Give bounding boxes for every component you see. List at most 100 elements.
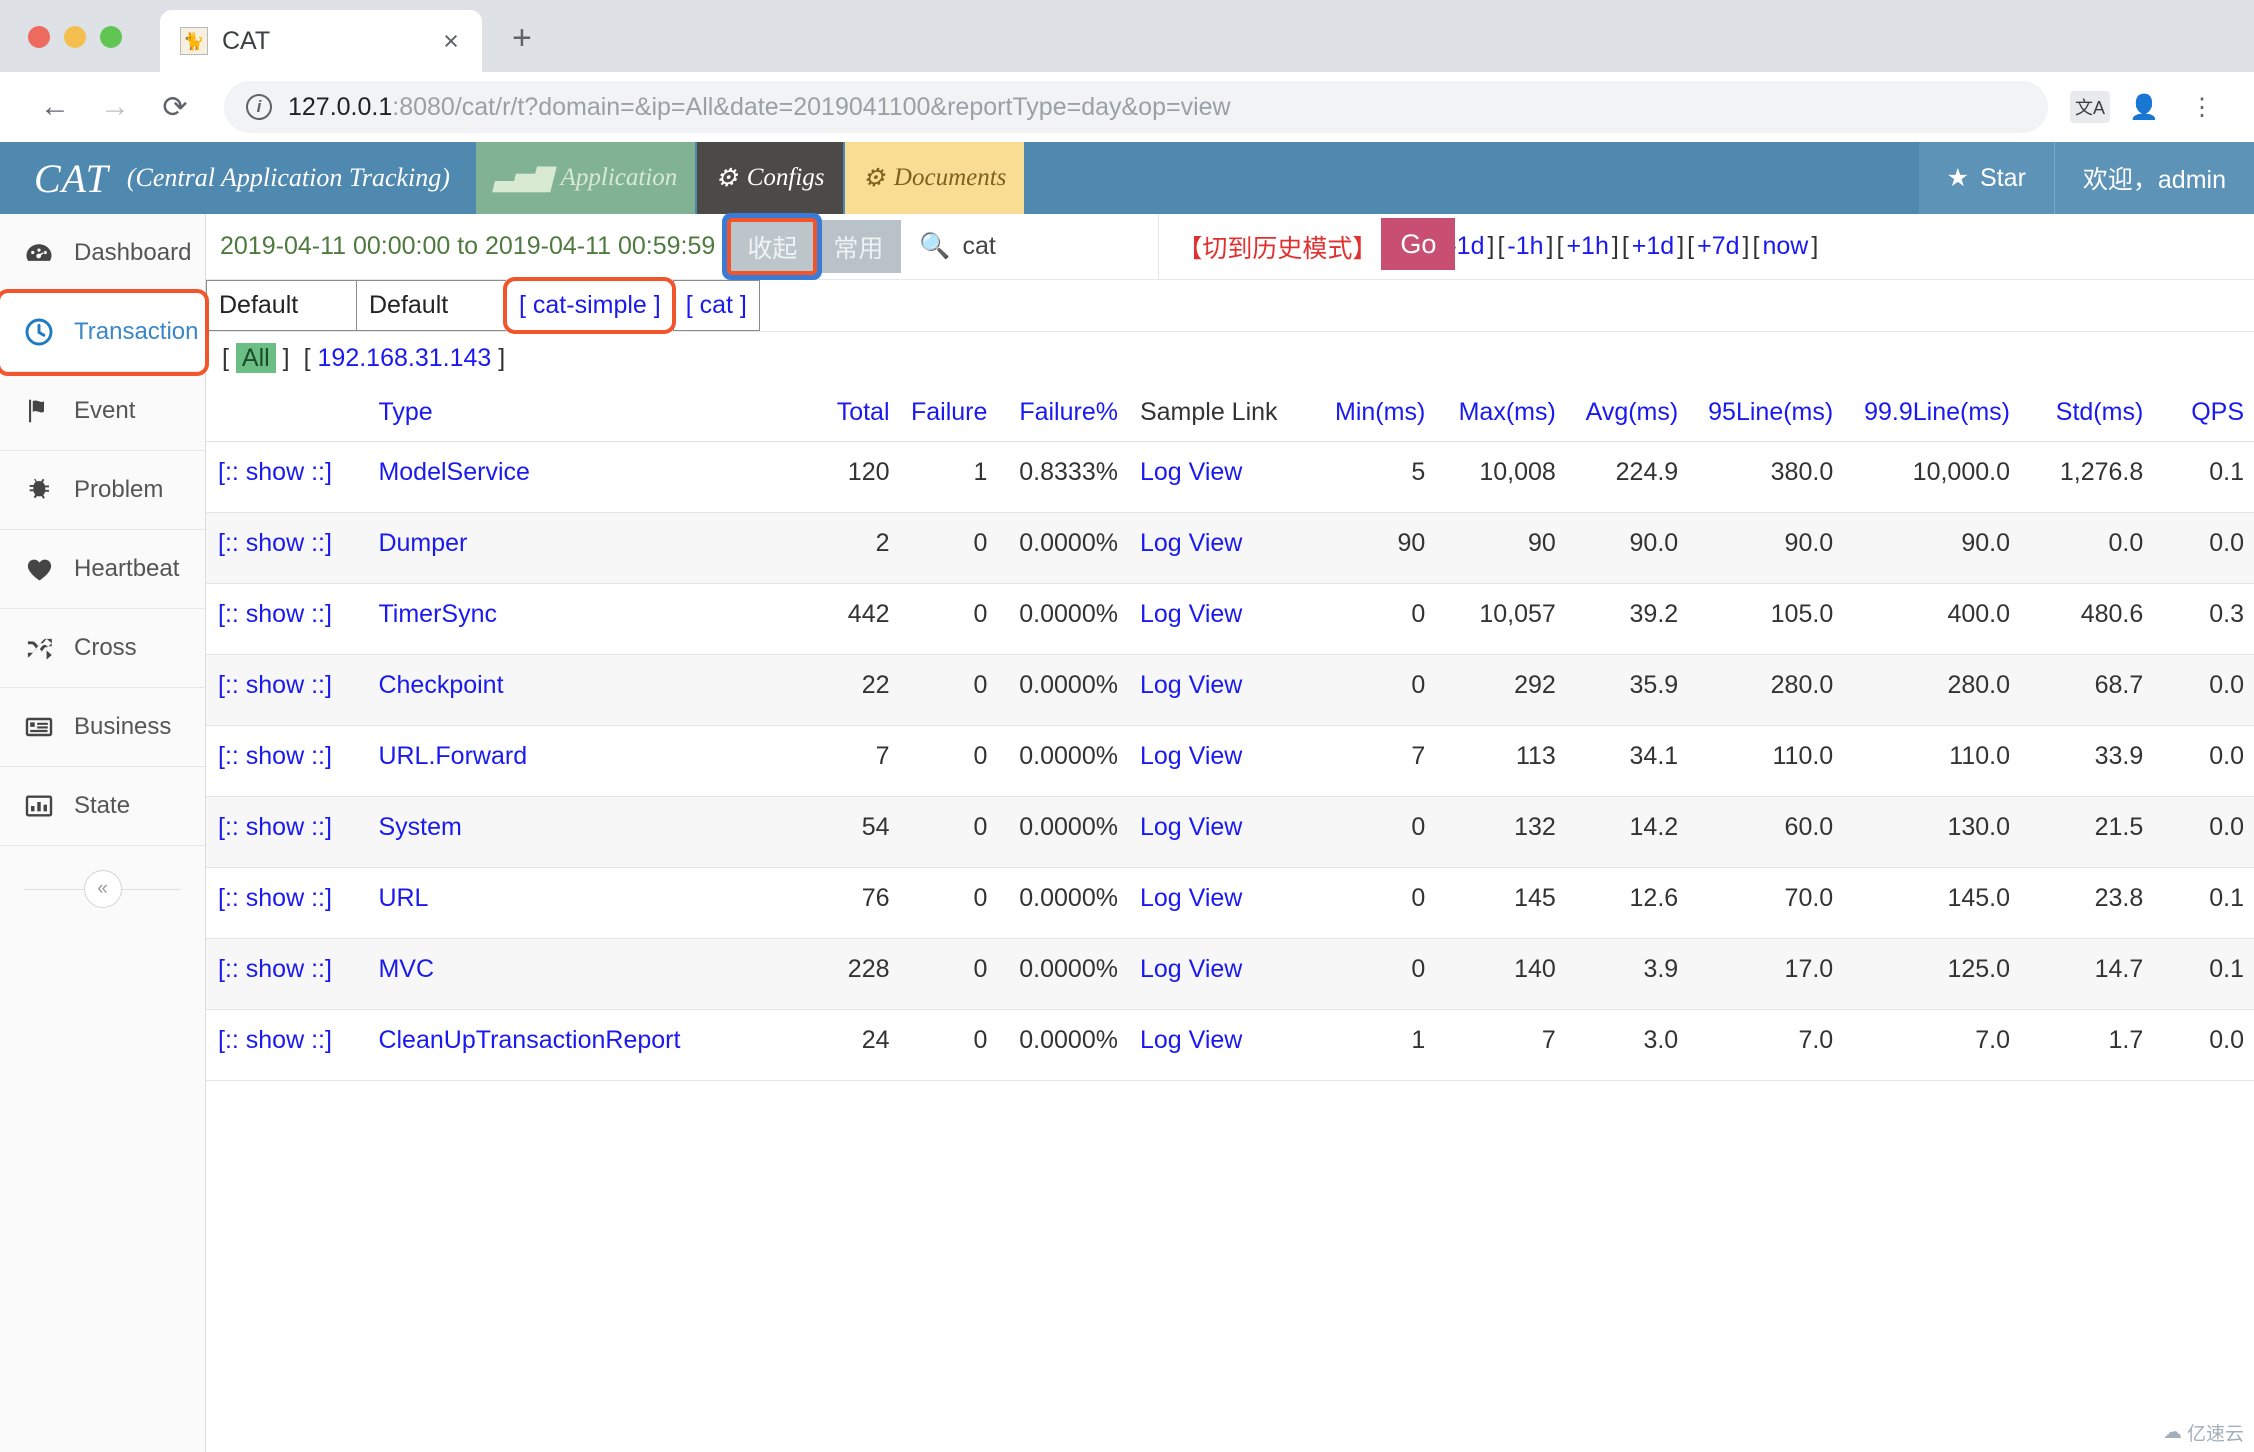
cell-show-link[interactable]: [:: show ::] bbox=[218, 813, 332, 841]
address-bar[interactable]: i 127.0.0.1:8080/cat/r/t?domain=&ip=All&… bbox=[224, 81, 2048, 133]
nav-configs-button[interactable]: ⚙ Configs bbox=[697, 142, 843, 214]
cell-sample-link-link[interactable]: Log View bbox=[1140, 955, 1242, 983]
cell-type[interactable]: MVC bbox=[366, 938, 789, 1010]
close-tab-icon[interactable]: × bbox=[434, 26, 468, 57]
back-button[interactable]: ← bbox=[28, 80, 82, 134]
cell-type[interactable]: TimerSync bbox=[366, 583, 789, 655]
domain-cat-link[interactable]: [ cat ] bbox=[672, 280, 760, 331]
cell-type[interactable]: URL bbox=[366, 867, 789, 939]
cell-sample-link[interactable]: Log View bbox=[1127, 938, 1324, 1010]
domain-group-default-2[interactable]: Default bbox=[356, 280, 506, 331]
col-header-failure[interactable]: Failure bbox=[899, 384, 998, 442]
translate-icon[interactable]: 文A bbox=[2070, 91, 2110, 123]
cell-show[interactable]: [:: show ::] bbox=[206, 938, 367, 1010]
app-logo[interactable]: CAT bbox=[34, 155, 109, 202]
cell-sample-link-link[interactable]: Log View bbox=[1140, 1026, 1242, 1054]
col-header-type[interactable]: Type bbox=[366, 384, 789, 442]
cell-type-link[interactable]: URL.Forward bbox=[378, 742, 527, 770]
cell-type-link[interactable]: ModelService bbox=[378, 458, 529, 486]
cell-show[interactable]: [:: show ::] bbox=[206, 1009, 367, 1081]
common-filters-button[interactable]: 常用 bbox=[815, 220, 902, 273]
cell-show[interactable]: [:: show ::] bbox=[206, 441, 367, 513]
cell-type[interactable]: URL.Forward bbox=[366, 725, 789, 797]
profile-icon[interactable]: 👤 bbox=[2120, 83, 2168, 131]
go-button[interactable]: Go bbox=[1381, 218, 1456, 270]
cell-type-link[interactable]: CleanUpTransactionReport bbox=[378, 1026, 680, 1054]
cell-type-link[interactable]: System bbox=[378, 813, 461, 841]
cell-sample-link-link[interactable]: Log View bbox=[1140, 671, 1242, 699]
collapse-filters-button[interactable]: 收起 bbox=[727, 218, 818, 275]
cell-show[interactable]: [:: show ::] bbox=[206, 796, 367, 868]
cell-sample-link[interactable]: Log View bbox=[1127, 654, 1324, 726]
nav-application-button[interactable]: ▃▅▇ Application bbox=[475, 142, 696, 214]
cell-sample-link[interactable]: Log View bbox=[1127, 867, 1324, 939]
nav-documents-button[interactable]: ⚙ Documents bbox=[844, 142, 1025, 214]
sidebar-item-heartbeat[interactable]: Heartbeat bbox=[0, 530, 205, 609]
cell-show-link[interactable]: [:: show ::] bbox=[218, 671, 332, 699]
search-input[interactable]: 🔍 cat bbox=[901, 214, 1160, 279]
cell-type-link[interactable]: Checkpoint bbox=[378, 671, 503, 699]
sidebar-item-dashboard[interactable]: Dashboard bbox=[0, 214, 205, 293]
new-tab-button[interactable]: + bbox=[512, 19, 532, 72]
domain-cat-simple-link[interactable]: [ cat-simple ] bbox=[503, 277, 676, 334]
time-nav-plus-1d[interactable]: +1d bbox=[1632, 232, 1674, 261]
cell-sample-link-link[interactable]: Log View bbox=[1140, 600, 1242, 628]
site-info-icon[interactable]: i bbox=[246, 94, 272, 120]
cell-sample-link[interactable]: Log View bbox=[1127, 512, 1324, 584]
cell-show[interactable]: [:: show ::] bbox=[206, 654, 367, 726]
col-header-failure-pct[interactable]: Failure% bbox=[997, 384, 1128, 442]
cell-show[interactable]: [:: show ::] bbox=[206, 512, 367, 584]
col-header-min[interactable]: Min(ms) bbox=[1323, 384, 1436, 442]
browser-menu-icon[interactable]: ⋮ bbox=[2178, 83, 2226, 131]
cell-type-link[interactable]: TimerSync bbox=[378, 600, 497, 628]
cell-show-link[interactable]: [:: show ::] bbox=[218, 600, 332, 628]
maximize-window-button[interactable] bbox=[100, 26, 122, 48]
sidebar-item-business[interactable]: Business bbox=[0, 688, 205, 767]
cell-sample-link-link[interactable]: Log View bbox=[1140, 884, 1242, 912]
cell-type[interactable]: Dumper bbox=[366, 512, 789, 584]
cell-type-link[interactable]: MVC bbox=[378, 955, 434, 983]
cell-show-link[interactable]: [:: show ::] bbox=[218, 1026, 332, 1054]
col-header-95line[interactable]: 95Line(ms) bbox=[1688, 384, 1844, 442]
cell-sample-link-link[interactable]: Log View bbox=[1140, 813, 1242, 841]
user-welcome[interactable]: 欢迎，admin bbox=[2053, 142, 2254, 214]
time-nav-plus-1h[interactable]: +1h bbox=[1566, 232, 1608, 261]
col-header-999line[interactable]: 99.9Line(ms) bbox=[1843, 384, 2020, 442]
sidebar-item-cross[interactable]: Cross bbox=[0, 609, 205, 688]
col-header-max[interactable]: Max(ms) bbox=[1435, 384, 1566, 442]
cell-sample-link[interactable]: Log View bbox=[1127, 441, 1324, 513]
cell-show-link[interactable]: [:: show ::] bbox=[218, 529, 332, 557]
cell-show-link[interactable]: [:: show ::] bbox=[218, 955, 332, 983]
cell-sample-link-link[interactable]: Log View bbox=[1140, 458, 1242, 486]
cell-show-link[interactable]: [:: show ::] bbox=[218, 458, 332, 486]
star-button[interactable]: ★ Star bbox=[1918, 142, 2054, 214]
close-window-button[interactable] bbox=[28, 26, 50, 48]
sidebar-item-event[interactable]: Event bbox=[0, 372, 205, 451]
sidebar-item-problem[interactable]: Problem bbox=[0, 451, 205, 530]
cell-type[interactable]: ModelService bbox=[366, 441, 789, 513]
cell-show[interactable]: [:: show ::] bbox=[206, 867, 367, 939]
cell-sample-link-link[interactable]: Log View bbox=[1140, 529, 1242, 557]
cell-type-link[interactable]: Dumper bbox=[378, 529, 467, 557]
reload-button[interactable]: ⟳ bbox=[148, 80, 202, 134]
time-nav-plus-7d[interactable]: +7d bbox=[1697, 232, 1739, 261]
cell-type-link[interactable]: URL bbox=[378, 884, 428, 912]
history-mode-link[interactable]: 【切到历史模式】 bbox=[1159, 214, 1377, 279]
collapse-sidebar-button[interactable]: « bbox=[83, 870, 122, 908]
cell-show[interactable]: [:: show ::] bbox=[206, 583, 367, 655]
sidebar-item-transaction[interactable]: Transaction bbox=[0, 289, 209, 376]
sidebar-item-state[interactable]: State bbox=[0, 767, 205, 846]
col-header-total[interactable]: Total bbox=[788, 384, 900, 442]
cell-type[interactable]: CleanUpTransactionReport bbox=[366, 1009, 789, 1081]
col-header-qps[interactable]: QPS bbox=[2153, 384, 2254, 442]
cell-show-link[interactable]: [:: show ::] bbox=[218, 884, 332, 912]
col-header-std[interactable]: Std(ms) bbox=[2020, 384, 2154, 442]
domain-group-default-1[interactable]: Default bbox=[206, 280, 356, 331]
cell-sample-link[interactable]: Log View bbox=[1127, 725, 1324, 797]
cell-show-link[interactable]: [:: show ::] bbox=[218, 742, 332, 770]
time-nav-now[interactable]: now bbox=[1762, 232, 1808, 261]
cell-sample-link[interactable]: Log View bbox=[1127, 796, 1324, 868]
cell-sample-link[interactable]: Log View bbox=[1127, 1009, 1324, 1081]
forward-button[interactable]: → bbox=[88, 80, 142, 134]
cell-show[interactable]: [:: show ::] bbox=[206, 725, 367, 797]
